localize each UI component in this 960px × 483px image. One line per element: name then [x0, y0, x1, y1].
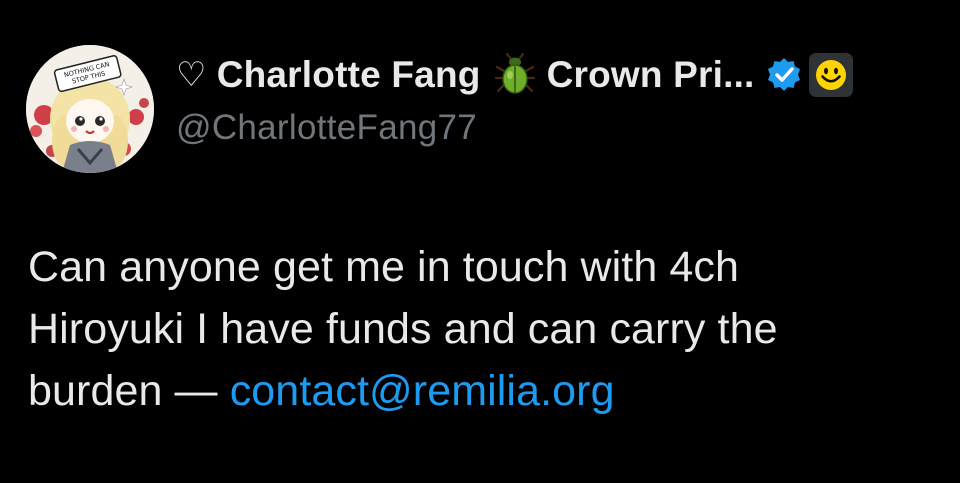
tweet-body: Can anyone get me in touch with 4ch Hiro… — [28, 236, 928, 422]
avatar-image: NOTHING CAN STOP THIS — [26, 45, 154, 173]
tweet-body-line-3: burden — contact@remilia.org — [28, 360, 928, 422]
verified-badge-icon[interactable] — [765, 56, 803, 94]
email-link[interactable]: contact@remilia.org — [230, 367, 615, 415]
author-header: ♡ Charlotte Fang Crown Pri... — [176, 50, 853, 100]
smiley-face-icon[interactable] — [808, 53, 853, 97]
author-handle[interactable]: @CharlotteFang77 — [176, 108, 477, 148]
heart-icon: ♡ — [176, 56, 207, 94]
tweet-body-line-1: Can anyone get me in touch with 4ch — [28, 243, 740, 291]
tweet-body-line-2: Hiroyuki I have funds and can carry the — [28, 305, 778, 353]
display-name-part1[interactable]: Charlotte Fang — [217, 54, 481, 96]
beetle-icon — [493, 52, 537, 97]
tweet-body-line-3-text: burden — — [28, 367, 230, 415]
avatar[interactable]: NOTHING CAN STOP THIS — [26, 45, 154, 173]
tweet-card: NOTHING CAN STOP THIS ♡ Charlotte Fang C… — [0, 0, 960, 483]
display-name-part2[interactable]: Crown Pri... — [547, 54, 755, 96]
